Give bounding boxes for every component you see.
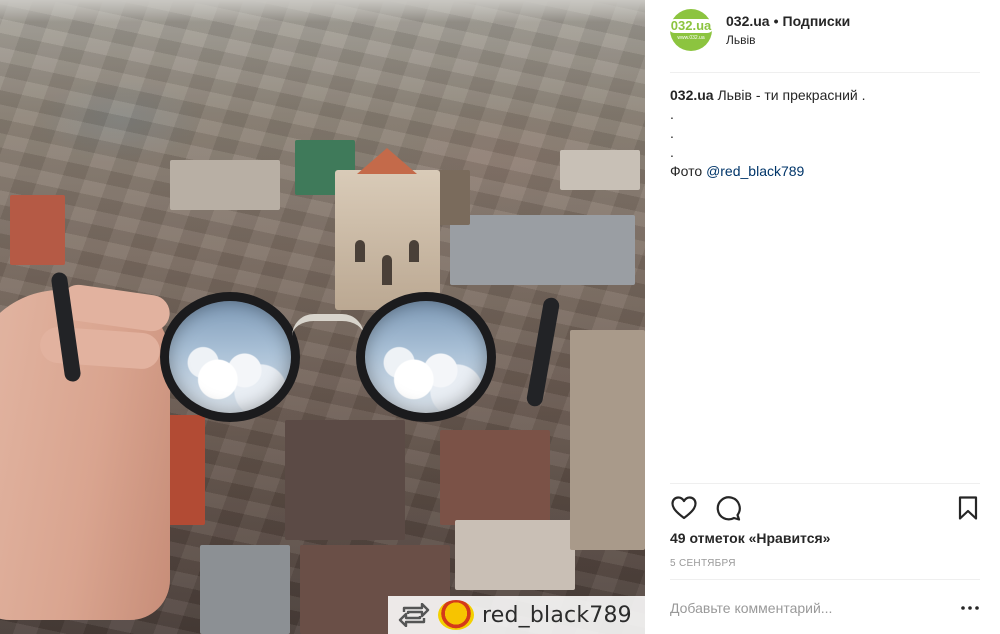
comment-input[interactable] [670,600,940,616]
caption-dot-line: . [670,144,674,160]
post-side-panel: 032.ua www.032.ua 032.ua • Подписки Львів … [645,0,1000,634]
photo-credit-link[interactable]: @red_black789 [706,163,804,179]
location-link[interactable]: Львів [726,32,850,48]
account-name[interactable]: 032.ua [726,13,770,29]
building-roof [170,160,280,210]
church-door [382,255,392,285]
building-roof [200,545,290,634]
eyeglasses [50,271,561,432]
follow-state-button[interactable]: Подписки [783,13,851,29]
caption-dot-line: . [670,106,674,122]
comment-bubble-icon[interactable] [714,494,742,522]
church-facade [335,148,440,310]
caption-text: Львів - ти прекрасний . [717,87,866,103]
post-header: 032.ua www.032.ua 032.ua • Подписки Львів [667,9,980,51]
actions-divider [670,483,980,484]
bookmark-icon[interactable] [954,494,982,522]
watermark-avatar [438,600,474,630]
likes-count[interactable]: 49 отметок «Нравится» [670,530,830,546]
post-actions [670,494,980,522]
caption-dot-line: . [670,125,674,141]
caption-credit-line: Фото @red_black789 [670,162,980,181]
sky-haze [0,0,645,22]
header-text: 032.ua • Подписки Львів [726,12,850,48]
watermark-username: red_black789 [482,602,632,628]
caption-first-line: 032.ua Львів - ти прекрасний . [670,86,980,105]
church-window [409,240,419,262]
glasses-bridge [292,314,364,336]
post-date[interactable]: 5 СЕНТЯБРЯ [670,558,736,569]
header-line: 032.ua • Подписки [726,12,850,30]
church-window [355,240,365,262]
avatar-logo-text: 032.ua [667,19,715,33]
building-wall [570,330,645,550]
caption-username[interactable]: 032.ua [670,87,714,103]
building-roof [560,150,640,190]
building-roof [450,215,635,285]
lens-right [356,292,496,422]
more-options-icon[interactable] [960,598,980,618]
comment-divider [670,579,980,580]
lens-left [160,292,300,422]
comment-row [670,592,980,624]
repost-icon [398,602,430,628]
building-roof [10,195,65,265]
post-caption: 032.ua Львів - ти прекрасний . . . . Фот… [670,86,980,181]
separator-dot: • [773,13,779,29]
avatar-site-text: www.032.ua [677,35,705,41]
building-roof [285,420,405,540]
header-divider [670,72,980,73]
building-roof [440,430,550,525]
repost-watermark: red_black789 [388,596,645,634]
building-roof [455,520,575,590]
photo-label: Фото [670,163,703,179]
avatar[interactable]: 032.ua www.032.ua [667,9,715,51]
post-photo[interactable]: red_black789 [0,0,645,634]
heart-icon[interactable] [670,494,698,522]
